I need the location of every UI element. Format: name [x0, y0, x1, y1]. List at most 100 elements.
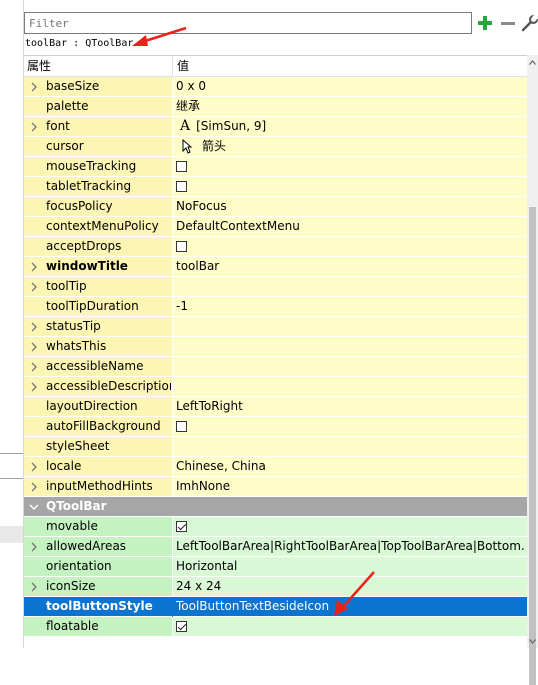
property-name: allowedAreas	[46, 539, 127, 553]
plus-icon	[478, 16, 492, 30]
property-value[interactable]: Chinese, China	[176, 457, 526, 476]
collapse-arrow-icon[interactable]	[27, 497, 41, 516]
property-row-orientation[interactable]: orientation Horizontal	[24, 557, 527, 577]
minus-icon	[501, 22, 515, 25]
property-name: floatable	[46, 619, 99, 633]
checkbox[interactable]	[176, 421, 187, 432]
filter-input[interactable]	[24, 12, 472, 34]
property-value[interactable]: ToolButtonTextBesideIcon	[176, 597, 526, 616]
property-value[interactable]: Horizontal	[176, 557, 526, 576]
expand-arrow-icon[interactable]	[27, 317, 41, 336]
divider	[0, 453, 23, 454]
vertical-scrollbar[interactable]	[527, 55, 538, 685]
expand-arrow-icon[interactable]	[27, 77, 41, 96]
expand-arrow-icon[interactable]	[27, 337, 41, 356]
property-row-windowtitle[interactable]: windowTitle toolBar	[24, 257, 527, 277]
property-name: palette	[46, 99, 89, 113]
property-value[interactable]	[176, 377, 526, 396]
expand-arrow-icon[interactable]	[27, 257, 41, 276]
property-row-statustip[interactable]: statusTip	[24, 317, 527, 337]
property-row-tooltipduration[interactable]: toolTipDuration -1	[24, 297, 527, 317]
property-name: cursor	[46, 139, 84, 153]
property-row-inputmethodhints[interactable]: inputMethodHints ImhNone	[24, 477, 527, 497]
remove-property-button[interactable]	[498, 13, 518, 33]
property-value[interactable]: NoFocus	[176, 197, 526, 216]
property-row-locale[interactable]: locale Chinese, China	[24, 457, 527, 477]
header-property[interactable]: 属性	[27, 56, 51, 76]
category-name: QToolBar	[46, 499, 107, 513]
property-name: contextMenuPolicy	[46, 219, 159, 233]
property-value[interactable]: 继承	[176, 97, 526, 116]
property-value[interactable]	[176, 317, 526, 336]
property-row-toolbuttonstyle[interactable]: toolButtonStyle ToolButtonTextBesideIcon	[24, 597, 527, 617]
property-row-focuspolicy[interactable]: focusPolicy NoFocus	[24, 197, 527, 217]
property-value[interactable]: -1	[176, 297, 526, 316]
expand-arrow-icon[interactable]	[27, 577, 41, 596]
property-row-autofillbackground[interactable]: autoFillBackground	[24, 417, 527, 437]
expand-arrow-icon[interactable]	[27, 277, 41, 296]
property-value[interactable]: toolBar	[176, 257, 526, 276]
property-row-contextmenupolicy[interactable]: contextMenuPolicy DefaultContextMenu	[24, 217, 527, 237]
property-value[interactable]: ImhNone	[176, 477, 526, 496]
property-row-layoutdirection[interactable]: layoutDirection LeftToRight	[24, 397, 527, 417]
property-row-font[interactable]: font A [SimSun, 9]	[24, 117, 527, 137]
scroll-up-arrow-icon[interactable]	[527, 55, 538, 69]
expand-arrow-icon[interactable]	[27, 477, 41, 496]
property-value[interactable]: 24 x 24	[176, 577, 526, 596]
property-row-iconsize[interactable]: iconSize 24 x 24	[24, 577, 527, 597]
checkbox[interactable]	[176, 181, 187, 192]
property-row-whatsthis[interactable]: whatsThis	[24, 337, 527, 357]
expand-arrow-icon[interactable]	[27, 377, 41, 396]
property-value[interactable]	[176, 357, 526, 376]
property-name: inputMethodHints	[46, 479, 153, 493]
checkbox-checked[interactable]	[176, 621, 187, 632]
property-row-accessiblename[interactable]: accessibleName	[24, 357, 527, 377]
property-row-cursor[interactable]: cursor 箭头	[24, 137, 527, 157]
property-name: whatsThis	[46, 339, 107, 353]
property-value[interactable]: 0 x 0	[176, 77, 526, 96]
property-value[interactable]	[176, 277, 526, 296]
divider	[0, 478, 23, 479]
property-row-tablettracking[interactable]: tabletTracking	[24, 177, 527, 197]
category-row-qtoolbar[interactable]: QToolBar	[24, 497, 527, 517]
add-property-button[interactable]	[475, 13, 495, 33]
property-value[interactable]	[176, 437, 526, 456]
property-table: 属性 值 baseSize 0 x 0 palette 继承 font A [S…	[24, 55, 527, 649]
property-value[interactable]: DefaultContextMenu	[176, 217, 526, 236]
property-row-floatable[interactable]: floatable	[24, 617, 527, 637]
property-value[interactable]: LeftToRight	[176, 397, 526, 416]
property-row-tooltip[interactable]: toolTip	[24, 277, 527, 297]
property-name: accessibleDescription	[46, 379, 171, 393]
font-a-icon: A	[180, 118, 191, 134]
checkbox[interactable]	[176, 241, 187, 252]
checkbox-checked[interactable]	[176, 521, 187, 532]
header-value[interactable]: 值	[177, 56, 189, 76]
property-row-movable[interactable]: movable	[24, 517, 527, 537]
property-row-allowedareas[interactable]: allowedAreas LeftToolBarArea|RightToolBa…	[24, 537, 527, 557]
expand-arrow-icon[interactable]	[27, 537, 41, 556]
property-value[interactable]	[176, 337, 526, 356]
property-rows: baseSize 0 x 0 palette 继承 font A [SimSun…	[24, 77, 527, 637]
expand-arrow-icon[interactable]	[27, 357, 41, 376]
property-name: statusTip	[46, 319, 101, 333]
configure-button[interactable]	[520, 13, 538, 33]
scroll-thumb[interactable]	[529, 207, 536, 685]
property-value-font[interactable]: A [SimSun, 9]	[176, 117, 526, 136]
property-row-basesize[interactable]: baseSize 0 x 0	[24, 77, 527, 97]
property-name: acceptDrops	[46, 239, 122, 253]
expand-arrow-icon[interactable]	[27, 457, 41, 476]
selection-highlight	[0, 526, 23, 543]
property-row-palette[interactable]: palette 继承	[24, 97, 527, 117]
property-row-acceptdrops[interactable]: acceptDrops	[24, 237, 527, 257]
scroll-down-arrow-icon[interactable]	[527, 634, 538, 648]
property-row-accessibledescription[interactable]: accessibleDescription	[24, 377, 527, 397]
property-name: mouseTracking	[46, 159, 137, 173]
property-row-stylesheet[interactable]: styleSheet	[24, 437, 527, 457]
expand-arrow-icon[interactable]	[27, 117, 41, 136]
property-value[interactable]: LeftToolBarArea|RightToolBarArea|TopTool…	[176, 537, 526, 556]
property-name: accessibleName	[46, 359, 144, 373]
checkbox[interactable]	[176, 161, 187, 172]
property-row-mousetracking[interactable]: mouseTracking	[24, 157, 527, 177]
property-value-cursor[interactable]: 箭头	[176, 137, 526, 156]
object-class-label: toolBar : QToolBar	[25, 38, 134, 49]
